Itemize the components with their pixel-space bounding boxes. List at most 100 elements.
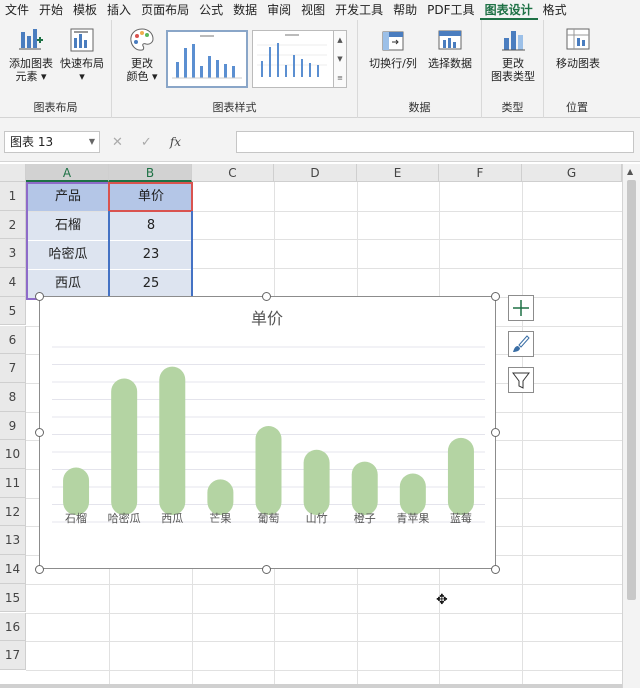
change-colors-button[interactable]: 更改 颜色 ▾ bbox=[120, 26, 164, 83]
chart-area[interactable]: 单价 石榴 哈密瓜 西瓜 芒果 葡萄 山竹 橙子 青苹果 蓝莓 bbox=[39, 296, 496, 569]
row-header-16[interactable]: 16 bbox=[0, 612, 26, 642]
ribbon: 添加图表 元素 ▾ 快速布局 ▾ 图表布局 更改 颜色 ▾ ▲ ▼ ≡ 图表样式… bbox=[0, 20, 640, 118]
insert-function-icon[interactable]: fx bbox=[170, 135, 181, 149]
add-chart-element-button[interactable]: 添加图表 元素 ▾ bbox=[6, 26, 56, 83]
menu-tab-5[interactable]: 公式 bbox=[194, 0, 228, 20]
row-header-15[interactable]: 15 bbox=[0, 583, 26, 613]
name-box-value: 图表 13 bbox=[10, 135, 54, 149]
chart-layout-group: 添加图表 元素 ▾ 快速布局 ▾ 图表布局 bbox=[0, 20, 112, 118]
formula-input[interactable] bbox=[236, 131, 634, 153]
chart-bar-4[interactable] bbox=[255, 426, 282, 515]
row-header-12[interactable]: 12 bbox=[0, 497, 26, 527]
chart-style-1[interactable] bbox=[166, 30, 248, 88]
scroll-down-icon[interactable]: ▼ bbox=[337, 55, 342, 63]
column-header-c[interactable]: C bbox=[192, 164, 274, 182]
row-header-10[interactable]: 10 bbox=[0, 440, 26, 469]
resize-handle-right[interactable] bbox=[491, 428, 500, 437]
row-header-4[interactable]: 4 bbox=[0, 268, 26, 297]
select-all-corner[interactable] bbox=[0, 164, 26, 182]
row-header-2[interactable]: 2 bbox=[0, 210, 26, 240]
row-header-6[interactable]: 6 bbox=[0, 325, 26, 355]
column-header-a[interactable]: A bbox=[26, 164, 109, 182]
row-header-11[interactable]: 11 bbox=[0, 469, 26, 498]
column-header-b[interactable]: B bbox=[109, 164, 192, 182]
row-header-8[interactable]: 8 bbox=[0, 382, 26, 412]
menu-tab-3[interactable]: 插入 bbox=[102, 0, 136, 20]
menu-tab-7[interactable]: 审阅 bbox=[262, 0, 296, 20]
column-header-f[interactable]: F bbox=[439, 164, 522, 182]
menu-tab-12[interactable]: 图表设计 bbox=[479, 0, 538, 20]
row-header-17[interactable]: 17 bbox=[0, 641, 26, 670]
menu-tab-9[interactable]: 开发工具 bbox=[330, 0, 388, 20]
add-chart-element-label-2: 元素 ▾ bbox=[15, 70, 47, 83]
chart-bar-6[interactable] bbox=[351, 461, 378, 515]
menu-tab-1[interactable]: 开始 bbox=[34, 0, 68, 20]
chart-bar-2[interactable] bbox=[159, 366, 186, 515]
chart-elements-button[interactable] bbox=[508, 295, 534, 321]
resize-handle-top[interactable] bbox=[262, 292, 271, 301]
change-colors-label-1: 更改 bbox=[131, 57, 153, 70]
row-header-14[interactable]: 14 bbox=[0, 555, 26, 584]
menu-tab-4[interactable]: 页面布局 bbox=[136, 0, 194, 20]
resize-handle-top-left[interactable] bbox=[35, 292, 44, 301]
grid-line-vertical bbox=[522, 182, 523, 684]
chart-bar-0[interactable] bbox=[63, 467, 90, 515]
resize-handle-bottom-left[interactable] bbox=[35, 565, 44, 574]
resize-handle-bottom[interactable] bbox=[262, 565, 271, 574]
chart-styles-button[interactable] bbox=[508, 331, 534, 357]
scroll-up-arrow-icon[interactable]: ▲ bbox=[627, 167, 633, 176]
row-header-5[interactable]: 5 bbox=[0, 296, 26, 326]
menu-tab-8[interactable]: 视图 bbox=[296, 0, 330, 20]
chart-bar-3[interactable] bbox=[207, 479, 234, 515]
quick-layout-button[interactable]: 快速布局 ▾ bbox=[56, 26, 108, 83]
chart-category-labels: 石榴 哈密瓜 西瓜 芒果 葡萄 山竹 橙子 青苹果 蓝莓 bbox=[65, 511, 472, 525]
chart-filters-button[interactable] bbox=[508, 367, 534, 393]
move-chart-button[interactable]: 移动图表 bbox=[550, 26, 606, 70]
switch-row-column-label: 切换行/列 bbox=[369, 57, 417, 70]
chart-style-2[interactable] bbox=[252, 30, 334, 88]
chart-bar-7[interactable] bbox=[399, 473, 426, 515]
change-chart-type-icon bbox=[502, 31, 525, 51]
more-styles-icon[interactable]: ≡ bbox=[337, 74, 343, 82]
horizontal-scrollbar[interactable] bbox=[0, 684, 622, 688]
cancel-icon[interactable]: ✕ bbox=[112, 135, 123, 150]
menu-tab-10[interactable]: 帮助 bbox=[388, 0, 422, 20]
vertical-scroll-thumb[interactable] bbox=[627, 180, 636, 600]
select-data-icon bbox=[438, 30, 462, 50]
palette-icon bbox=[130, 28, 154, 51]
resize-handle-left[interactable] bbox=[35, 428, 44, 437]
menu-tab-11[interactable]: PDF工具 bbox=[422, 0, 479, 20]
row-header-7[interactable]: 7 bbox=[0, 354, 26, 383]
resize-handle-top-right[interactable] bbox=[491, 292, 500, 301]
column-header-d[interactable]: D bbox=[274, 164, 357, 182]
row-header-13[interactable]: 13 bbox=[0, 526, 26, 556]
chart-bar-8[interactable] bbox=[447, 437, 474, 515]
resize-handle-bottom-right[interactable] bbox=[491, 565, 500, 574]
menu-tab-2[interactable]: 模板 bbox=[68, 0, 102, 20]
menu-tab-13[interactable]: 格式 bbox=[538, 0, 572, 20]
change-chart-type-button[interactable]: 更改 图表类型 bbox=[486, 26, 540, 83]
select-data-label: 选择数据 bbox=[428, 57, 472, 70]
switch-row-column-button[interactable]: 切换行/列 bbox=[364, 26, 422, 70]
confirm-icon[interactable]: ✓ bbox=[141, 135, 152, 150]
chart-bar-5[interactable] bbox=[303, 449, 330, 515]
styles-scroll[interactable]: ▲ ▼ ≡ bbox=[333, 30, 347, 88]
row-header-1[interactable]: 1 bbox=[0, 182, 26, 211]
grid-line-horizontal bbox=[26, 669, 622, 671]
location-group: 移动图表 位置 bbox=[544, 20, 610, 118]
name-box-dropdown-icon[interactable]: ▼ bbox=[89, 132, 95, 152]
chart-bar-1[interactable] bbox=[111, 378, 138, 515]
row-header-3[interactable]: 3 bbox=[0, 239, 26, 269]
name-box[interactable]: 图表 13 ▼ bbox=[4, 131, 100, 153]
menu-tab-6[interactable]: 数据 bbox=[228, 0, 262, 20]
row-header-9[interactable]: 9 bbox=[0, 411, 26, 441]
column-header-e[interactable]: E bbox=[357, 164, 439, 182]
select-data-button[interactable]: 选择数据 bbox=[422, 26, 478, 70]
chart-category-label-6: 橙子 bbox=[354, 511, 376, 525]
vertical-scrollbar[interactable]: ▲ bbox=[622, 164, 640, 688]
formula-bar: 图表 13 ▼ ✕ ✓ fx bbox=[0, 118, 640, 162]
menu-tab-0[interactable]: 文件 bbox=[0, 0, 34, 20]
chart-title[interactable]: 单价 bbox=[251, 309, 283, 328]
scroll-up-icon[interactable]: ▲ bbox=[337, 36, 342, 44]
column-header-g[interactable]: G bbox=[522, 164, 622, 182]
